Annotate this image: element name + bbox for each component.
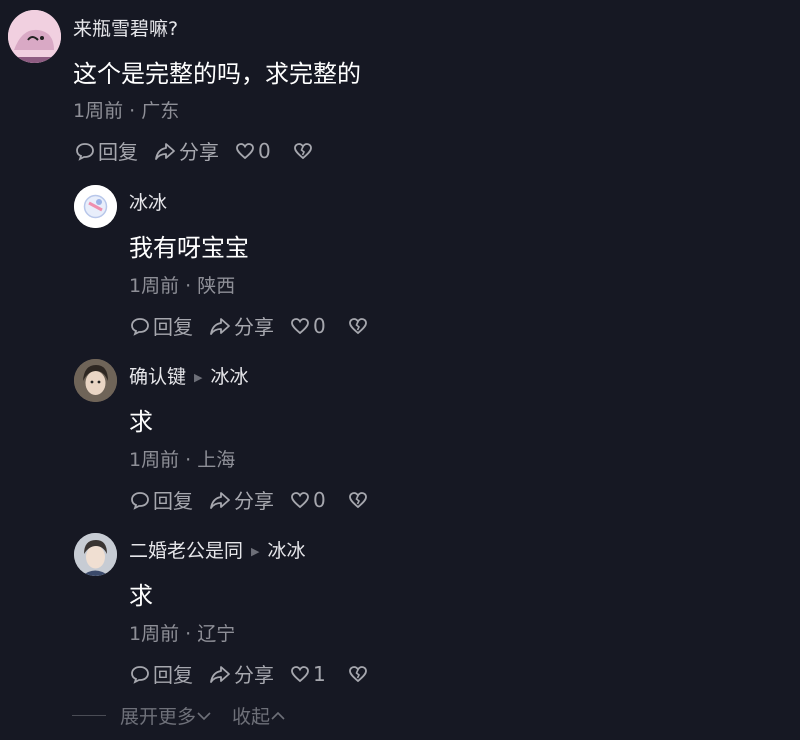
reply-actions: 回复 分享 0 (130, 311, 387, 340)
avatar[interactable] (74, 185, 117, 228)
reply-username[interactable]: 冰冰 (129, 188, 167, 215)
divider-line (72, 715, 106, 716)
share-arrow-icon (210, 665, 230, 683)
person-photo-avatar-icon (74, 359, 117, 402)
meta-separator: · (129, 100, 136, 122)
heart-icon (291, 491, 309, 508)
reply-meta: 1周前 · 陕西 (129, 271, 235, 298)
dislike-button[interactable] (293, 141, 316, 161)
share-arrow-icon (210, 317, 230, 335)
heart-icon (291, 317, 309, 334)
broken-heart-icon (348, 665, 367, 682)
comment-bubble-icon (131, 317, 149, 336)
reply-time: 1周前 (129, 449, 180, 471)
dislike-button[interactable] (348, 664, 371, 684)
reply-actions: 回复 分享 0 (130, 485, 387, 514)
comment-location: 广东 (141, 100, 180, 122)
like-count: 1 (313, 661, 326, 686)
like-button[interactable]: 0 (235, 139, 271, 163)
reply-location: 上海 (197, 449, 236, 471)
reply-to-username[interactable]: 冰冰 (210, 366, 248, 388)
cartoon-avatar-icon (8, 10, 61, 63)
share-button[interactable]: 分享 (209, 659, 274, 688)
share-button[interactable]: 分享 (209, 311, 274, 340)
avatar[interactable] (74, 533, 117, 576)
dislike-button[interactable] (348, 490, 371, 510)
like-button[interactable]: 1 (290, 662, 326, 686)
meta-separator: · (185, 623, 192, 645)
comment-text: 这个是完整的吗，求完整的 (73, 60, 361, 88)
reply-to-username[interactable]: 冰冰 (267, 540, 305, 562)
share-button[interactable]: 分享 (154, 136, 219, 165)
heart-icon (291, 665, 309, 682)
reply-text: 我有呀宝宝 (129, 234, 249, 262)
comment-bubble-icon (131, 665, 149, 684)
chevron-up-icon (271, 711, 285, 720)
collapse-button[interactable]: 收起 (232, 702, 286, 729)
comment-meta: 1周前 · 广东 (73, 96, 179, 123)
dislike-button[interactable] (348, 316, 371, 336)
comment-actions: 回复 分享 0 (75, 136, 332, 165)
reply-location: 辽宁 (197, 623, 236, 645)
reply-username[interactable]: 确认键 ▶ 冰冰 (129, 362, 249, 389)
like-button[interactable]: 0 (290, 488, 326, 512)
reply-button[interactable]: 回复 (130, 485, 193, 514)
broken-heart-icon (293, 142, 312, 159)
reply-text: 求 (129, 408, 153, 436)
person-photo-avatar-icon (74, 533, 117, 576)
avatar[interactable] (74, 359, 117, 402)
like-count: 0 (258, 138, 271, 163)
like-count: 0 (313, 313, 326, 338)
reply-location: 陕西 (197, 275, 236, 297)
comment-bubble-icon (131, 491, 149, 510)
reply-button[interactable]: 回复 (130, 311, 193, 340)
comment-username[interactable]: 来瓶雪碧嘛? (73, 14, 178, 41)
heart-icon (236, 142, 254, 159)
reply-time: 1周前 (129, 275, 180, 297)
like-button[interactable]: 0 (290, 314, 326, 338)
reply-meta: 1周前 · 辽宁 (129, 619, 235, 646)
reply-actions: 回复 分享 1 (130, 659, 387, 688)
sticker-avatar-icon (74, 185, 117, 228)
like-count: 0 (313, 487, 326, 512)
expand-more-button[interactable]: 展开更多 (120, 702, 212, 729)
share-arrow-icon (155, 142, 175, 160)
reply-username[interactable]: 二婚老公是同 ▶ 冰冰 (129, 536, 306, 563)
share-button[interactable]: 分享 (209, 485, 274, 514)
meta-separator: · (185, 275, 192, 297)
broken-heart-icon (348, 491, 367, 508)
meta-separator: · (185, 449, 192, 471)
reply-text: 求 (129, 582, 153, 610)
replies-footer: 展开更多 收起 (72, 702, 286, 729)
reply-to-arrow-icon: ▶ (194, 371, 203, 384)
comment-bubble-icon (76, 142, 94, 161)
share-arrow-icon (210, 491, 230, 509)
reply-button[interactable]: 回复 (130, 659, 193, 688)
reply-to-arrow-icon: ▶ (251, 545, 260, 558)
reply-button[interactable]: 回复 (75, 136, 138, 165)
chevron-down-icon (197, 711, 211, 720)
reply-time: 1周前 (129, 623, 180, 645)
avatar[interactable] (8, 10, 61, 63)
reply-meta: 1周前 · 上海 (129, 445, 235, 472)
comment-time: 1周前 (73, 100, 124, 122)
broken-heart-icon (348, 317, 367, 334)
